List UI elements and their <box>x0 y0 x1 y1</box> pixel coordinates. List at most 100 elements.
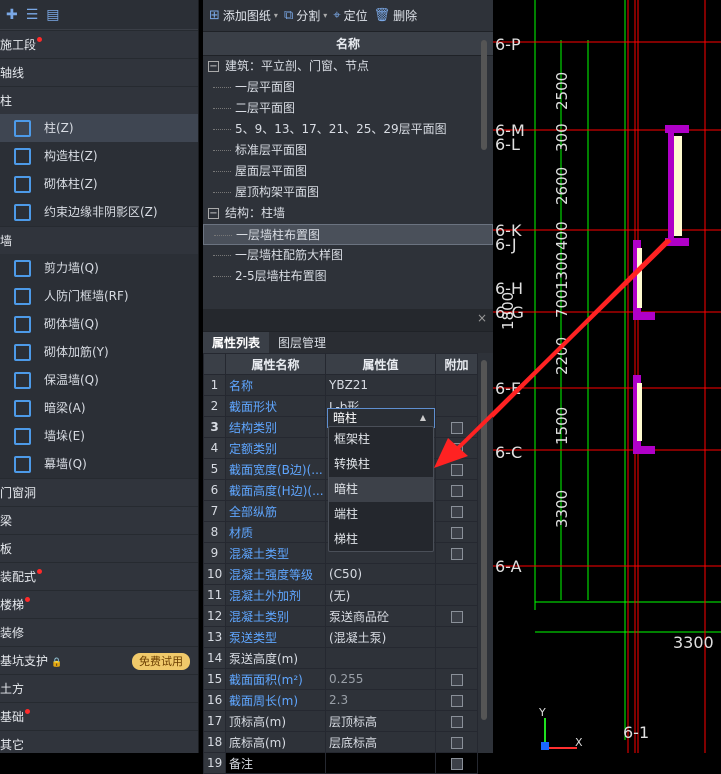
property-row[interactable]: 11 混凝土外加剂 (无) <box>203 584 478 606</box>
tree-item[interactable]: 砌体墙(Q) <box>0 310 198 338</box>
attach-checkbox[interactable] <box>450 757 463 770</box>
structure-type-select[interactable]: 暗柱 ▲ <box>327 408 435 428</box>
category-9[interactable]: 装修 <box>0 618 198 646</box>
tree-item[interactable]: 剪力墙(Q) <box>0 254 198 282</box>
dropdown-option[interactable]: 梯柱 <box>329 527 433 552</box>
drawing-item[interactable]: 5、9、13、17、21、25、29层平面图 <box>203 119 493 140</box>
category-11[interactable]: 土方 <box>0 674 198 702</box>
property-value[interactable]: (C50) <box>325 563 436 585</box>
attach-checkbox[interactable] <box>450 526 463 539</box>
category-4[interactable]: 门窗洞 <box>0 478 198 506</box>
drawing-item[interactable]: 一层平面图 <box>203 77 493 98</box>
attach-cell <box>435 521 478 543</box>
category-13[interactable]: 其它 <box>0 730 198 753</box>
property-row[interactable]: 16 截面周长(m) 2.3 <box>203 689 478 711</box>
row-number: 3 <box>203 416 226 438</box>
tree-item[interactable]: 暗梁(A) <box>0 394 198 422</box>
property-row[interactable]: 19 备注 <box>203 752 478 774</box>
collapse-icon[interactable]: − <box>208 208 219 219</box>
add-drawing-icon: ⊞ <box>209 8 220 23</box>
tree-item[interactable]: 砌体柱(Z) <box>0 170 198 198</box>
locate-icon: ⌖ <box>333 8 341 23</box>
attach-checkbox[interactable] <box>450 694 463 707</box>
property-value[interactable]: (混凝土泵) <box>325 626 436 648</box>
category-7[interactable]: 装配式 <box>0 562 198 590</box>
tree-item[interactable]: 幕墙(Q) <box>0 450 198 478</box>
list-icon[interactable]: ☰ <box>26 7 39 23</box>
category-12[interactable]: 基础 <box>0 702 198 730</box>
property-row[interactable]: 12 混凝土类别 泵送商品砼 <box>203 605 478 627</box>
row-number: 8 <box>203 521 226 543</box>
property-row[interactable]: 15 截面面积(m²) 0.255 <box>203 668 478 690</box>
drawing-item[interactable]: 二层平面图 <box>203 98 493 119</box>
collapse-icon[interactable]: − <box>208 61 219 72</box>
category-2[interactable]: 柱 <box>0 86 198 114</box>
split-icon: ⧉ <box>283 8 294 23</box>
tree-item[interactable]: 砌体加筋(Y) <box>0 338 198 366</box>
drawing-group[interactable]: − 结构：柱墙 <box>203 203 493 224</box>
tab-property-list[interactable]: 属性列表 <box>203 332 270 353</box>
tree-item[interactable]: 保温墙(Q) <box>0 366 198 394</box>
attach-checkbox[interactable] <box>450 505 463 518</box>
drawing-item[interactable]: 屋面层平面图 <box>203 161 493 182</box>
attach-checkbox[interactable] <box>450 736 463 749</box>
tab-layer-management[interactable]: 图层管理 <box>269 332 335 353</box>
tree-item[interactable]: 人防门框墙(RF) <box>0 282 198 310</box>
dropdown-option[interactable]: 暗柱 <box>329 477 433 502</box>
list-scrollbar[interactable] <box>481 40 487 150</box>
property-row[interactable]: 10 混凝土强度等级 (C50) <box>203 563 478 585</box>
trash-icon: 🗑 <box>373 8 391 23</box>
prop-value-header: 属性值 <box>325 353 436 375</box>
attach-checkbox[interactable] <box>450 673 463 686</box>
svg-text:6-1: 6-1 <box>623 723 649 742</box>
tree-item[interactable]: 墙垛(E) <box>0 422 198 450</box>
add-drawing-button[interactable]: ⊞ 添加图纸 ▾ <box>209 7 278 24</box>
drawing-item[interactable]: 标准层平面图 <box>203 140 493 161</box>
category-8[interactable]: 楼梯 <box>0 590 198 618</box>
property-value[interactable]: 2.3 <box>325 689 436 711</box>
attach-checkbox[interactable] <box>450 547 463 560</box>
property-value[interactable]: 层底标高 <box>325 731 436 753</box>
locate-button[interactable]: ⌖ 定位 <box>333 7 367 24</box>
property-value[interactable]: 层顶标高 <box>325 710 436 732</box>
property-row[interactable]: 18 底标高(m) 层底标高 <box>203 731 478 753</box>
category-1[interactable]: 轴线 <box>0 58 198 86</box>
property-value[interactable]: 0.255 <box>325 668 436 690</box>
tree-item[interactable]: 构造柱(Z) <box>0 142 198 170</box>
row-number: 10 <box>203 563 226 585</box>
row-number: 11 <box>203 584 226 606</box>
doc-icon[interactable]: ▤ <box>46 7 59 23</box>
attach-checkbox[interactable] <box>450 715 463 728</box>
wall-pier-icon <box>14 428 31 445</box>
tree-item[interactable]: 约束边缘非阴影区(Z) <box>0 198 198 226</box>
split-button[interactable]: ⧉ 分割 ▾ <box>284 7 327 24</box>
drawing-item[interactable]: 屋顶构架平面图 <box>203 182 493 203</box>
category-0[interactable]: 施工段 <box>0 30 198 58</box>
property-row[interactable]: 17 顶标高(m) 层顶标高 <box>203 710 478 732</box>
delete-button[interactable]: 🗑 删除 <box>374 7 418 24</box>
property-name: 底标高(m) <box>225 731 326 753</box>
property-value[interactable]: (无) <box>325 584 436 606</box>
row-number: 9 <box>203 542 226 564</box>
property-value[interactable]: YBZ21 <box>325 374 436 396</box>
category-6[interactable]: 板 <box>0 534 198 562</box>
property-row[interactable]: 14 泵送高度(m) <box>203 647 478 669</box>
category-3[interactable]: 墙 <box>0 226 198 254</box>
drawing-group[interactable]: − 建筑：平立剖、门窗、节点 <box>203 56 493 77</box>
attach-checkbox[interactable] <box>450 610 463 623</box>
dropdown-option[interactable]: 框架柱 <box>329 427 433 452</box>
attach-checkbox[interactable] <box>450 484 463 497</box>
dropdown-option[interactable]: 转换柱 <box>329 452 433 477</box>
category-5[interactable]: 梁 <box>0 506 198 534</box>
tree-item[interactable]: 柱(Z) <box>0 114 198 142</box>
category-10[interactable]: 基坑支护 免费试用 🔒 <box>0 646 198 674</box>
property-value[interactable]: 泵送商品砼 <box>325 605 436 627</box>
dropdown-option[interactable]: 端柱 <box>329 502 433 527</box>
plus-icon[interactable]: ✚ <box>6 7 18 23</box>
row-number-header <box>203 353 226 375</box>
property-value[interactable] <box>325 752 436 774</box>
free-trial-badge[interactable]: 免费试用 <box>132 653 190 670</box>
property-row[interactable]: 13 泵送类型 (混凝土泵) <box>203 626 478 648</box>
svg-text:6-A: 6-A <box>495 557 522 576</box>
property-value[interactable] <box>325 647 436 669</box>
